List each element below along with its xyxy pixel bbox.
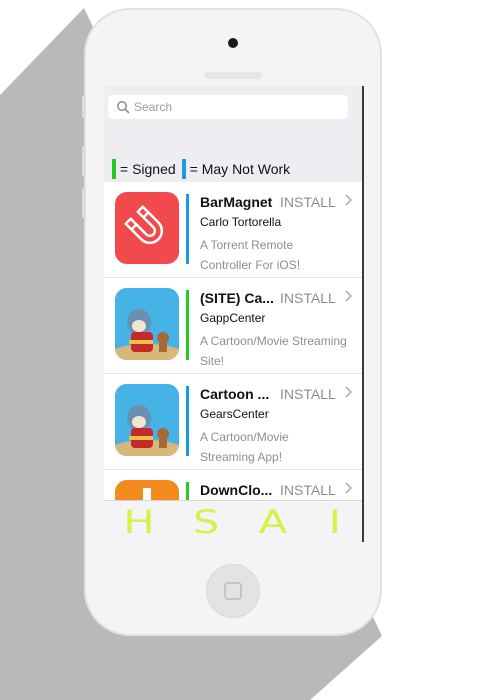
legend-may-not-work: = May Not Work	[181, 159, 291, 179]
magnet-icon	[115, 192, 179, 264]
volume-down-button	[82, 188, 86, 218]
screen-edge	[362, 86, 364, 542]
install-button[interactable]: INSTALL	[280, 194, 336, 210]
app-description-line-2: Controller For iOS!	[200, 258, 301, 272]
app-description-line-1: A Torrent Remote	[200, 238, 294, 252]
app-description: A Cartoon/Movie Streaming Site!	[200, 331, 356, 371]
cartoon-icon	[115, 384, 179, 456]
app-title: Cartoon ...	[200, 386, 270, 402]
install-button[interactable]: INSTALL	[280, 290, 336, 306]
list-item-downcloud[interactable]: DownClo... INSTALL	[104, 470, 362, 500]
app-developer: GearsCenter	[200, 407, 269, 421]
list-item-site-cartoon[interactable]: (SITE) Ca... INSTALL GappCenter A Cartoo…	[104, 278, 362, 374]
chevron-right-icon	[345, 482, 353, 494]
phone-screen: Search = Signed = May Not Work BarMagnet…	[104, 86, 362, 542]
may-not-work-indicator	[186, 194, 189, 264]
app-description-line-1: A Cartoon/Movie Streaming	[200, 334, 347, 348]
app-title: DownClo...	[200, 482, 273, 498]
may-not-work-indicator	[186, 386, 189, 456]
tab-bar: H S A I	[104, 500, 362, 542]
signed-color-swatch	[112, 159, 116, 179]
home-button[interactable]	[206, 564, 260, 618]
list-item-cartoon[interactable]: Cartoon ... INSTALL GearsCenter A Cartoo…	[104, 374, 362, 470]
download-icon	[115, 480, 179, 500]
chevron-right-icon	[345, 194, 353, 206]
legend-signed: = Signed	[112, 159, 176, 179]
cartoon-icon	[115, 288, 179, 360]
volume-up-button	[82, 146, 86, 176]
app-title: (SITE) Ca...	[200, 290, 274, 306]
app-developer: Carlo Tortorella	[200, 215, 282, 229]
app-description: A Cartoon/Movie Streaming App!	[200, 427, 356, 467]
tab-a[interactable]: A	[259, 503, 287, 541]
app-developer: GappCenter	[200, 311, 266, 325]
front-camera	[228, 38, 238, 48]
tab-h[interactable]: H	[123, 503, 154, 541]
search-field[interactable]: Search	[108, 95, 348, 119]
app-title: BarMagnet	[200, 194, 273, 210]
may-not-work-color-swatch	[181, 159, 186, 179]
legend-signed-label: = Signed	[120, 161, 176, 177]
list-item-barmagnet[interactable]: BarMagnet INSTALL Carlo Tortorella A Tor…	[104, 182, 362, 278]
app-description-line-2: Streaming App!	[200, 450, 283, 464]
search-placeholder[interactable]: Search	[134, 100, 172, 114]
app-description-line-1: A Cartoon/Movie	[200, 430, 289, 444]
tab-i[interactable]: I	[328, 503, 340, 541]
search-icon	[117, 101, 130, 114]
signed-indicator	[186, 482, 189, 500]
signed-indicator	[186, 290, 189, 360]
legend: = Signed = May Not Work	[112, 158, 296, 180]
install-button[interactable]: INSTALL	[280, 386, 336, 402]
earpiece-speaker	[204, 72, 262, 79]
install-button[interactable]: INSTALL	[280, 482, 336, 498]
legend-may-not-work-label: = May Not Work	[189, 161, 291, 177]
mute-switch	[82, 96, 86, 118]
app-description-line-2: Site!	[200, 354, 225, 368]
chevron-right-icon	[345, 290, 353, 302]
header-area: Search = Signed = May Not Work	[104, 86, 362, 182]
tab-s[interactable]: S	[193, 503, 219, 541]
home-square-icon	[224, 582, 242, 600]
app-description: A Torrent Remote Controller For iOS!	[200, 235, 356, 275]
app-list: BarMagnet INSTALL Carlo Tortorella A Tor…	[104, 182, 362, 500]
chevron-right-icon	[345, 386, 353, 398]
